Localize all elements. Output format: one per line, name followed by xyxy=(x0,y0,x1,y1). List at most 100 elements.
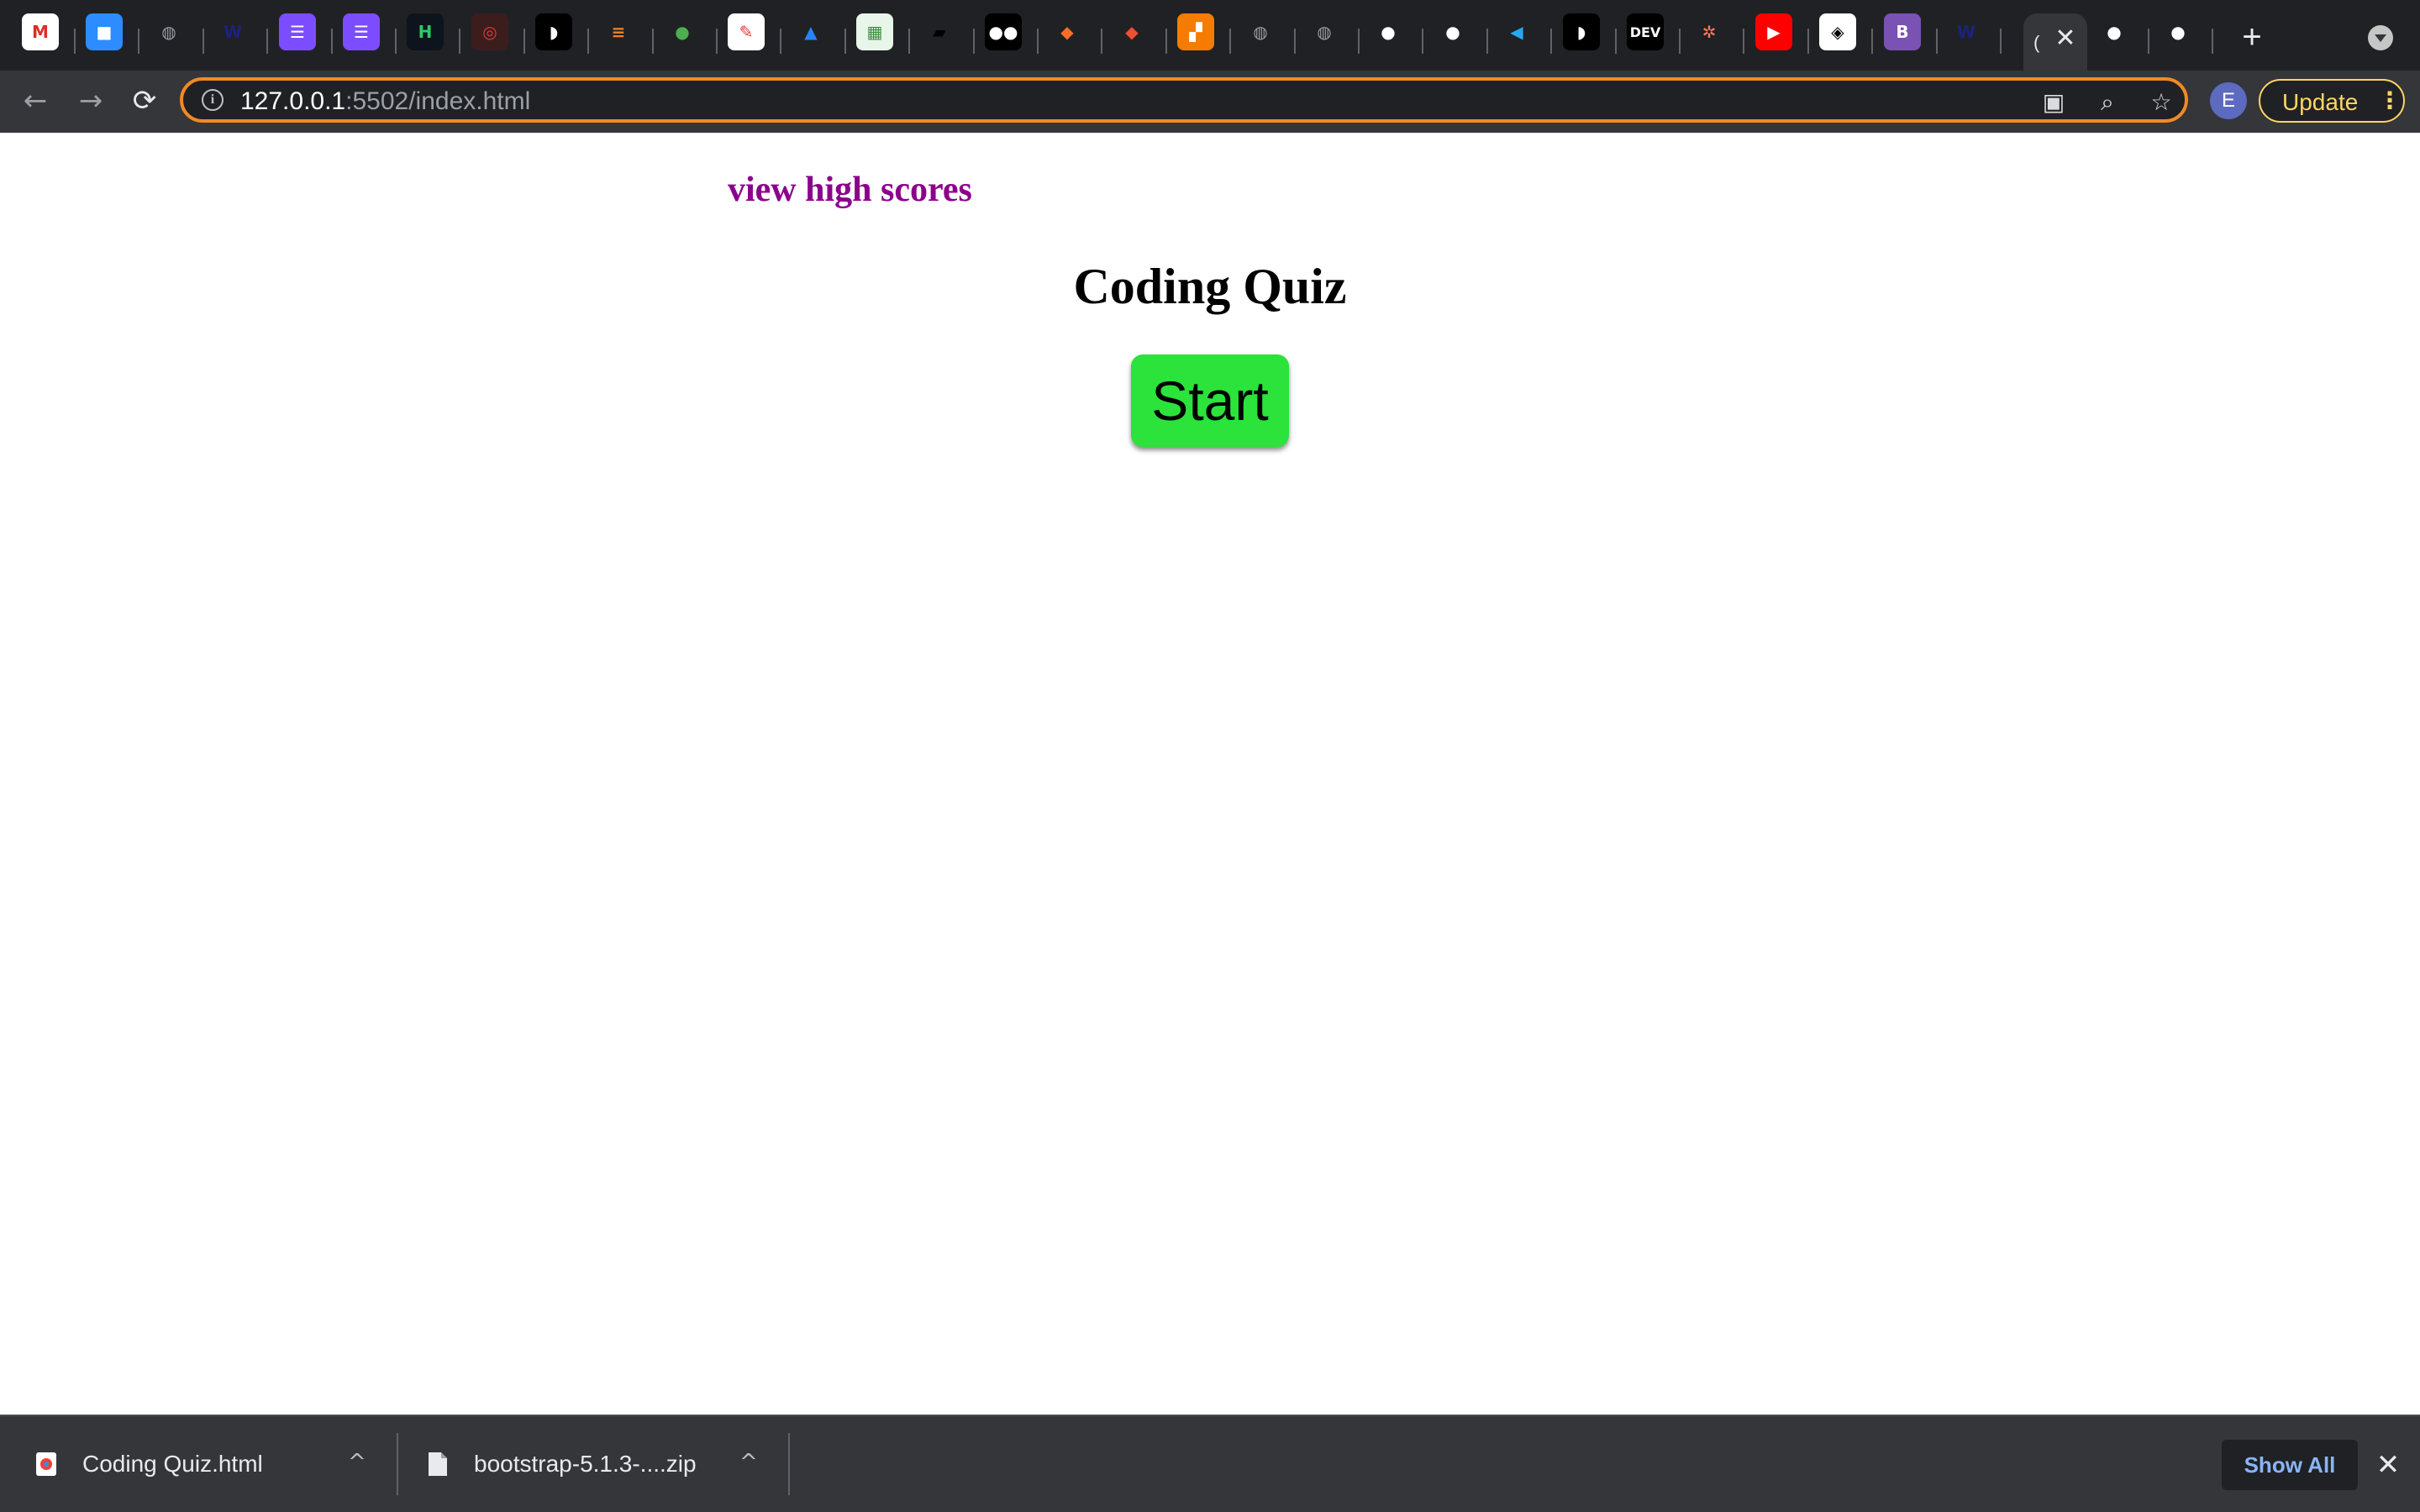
tab-separator xyxy=(395,29,397,54)
tab-separator xyxy=(2000,29,2002,54)
tab-web-3-icon[interactable]: ◍ xyxy=(1306,13,1343,50)
tab-chart-icon[interactable]: ▦ xyxy=(856,13,893,50)
tab-separator xyxy=(1229,29,1231,54)
tab-separator xyxy=(1101,29,1102,54)
tab-stackoverflow-icon[interactable]: ≡ xyxy=(600,13,637,50)
tab-web-2-icon[interactable]: ◍ xyxy=(1242,13,1279,50)
tab-separator xyxy=(2212,29,2213,54)
tab-hubspot-icon[interactable]: ✲ xyxy=(1691,13,1728,50)
tab-separator xyxy=(973,29,975,54)
tab-orange-app-icon[interactable]: ▞ xyxy=(1177,13,1214,50)
tab-active[interactable]: ( ✕ xyxy=(2023,13,2087,71)
zoom-icon[interactable]: ⌕ xyxy=(2092,87,2123,118)
tab-separator xyxy=(587,29,589,54)
tab-codepen-icon[interactable]: ◈ xyxy=(1819,13,1856,50)
chevron-up-icon[interactable]: ^ xyxy=(348,1448,366,1477)
download-filename: Coding Quiz.html xyxy=(82,1451,263,1477)
tab-separator xyxy=(1936,29,1938,54)
tab-separator xyxy=(1871,29,1873,54)
tab-separator xyxy=(1615,29,1617,54)
forward-button[interactable]: → xyxy=(72,82,109,119)
profile-avatar[interactable]: E xyxy=(2210,82,2247,119)
url-path: :5502/index.html xyxy=(345,87,531,115)
tab-github-2-icon[interactable]: ● xyxy=(1434,13,1471,50)
tab-hackerrank-icon[interactable]: H xyxy=(407,13,444,50)
tab-forms-1-icon[interactable]: ☰ xyxy=(279,13,316,50)
tab-vscode-icon[interactable]: ◀ xyxy=(1498,13,1535,50)
tab-youtube-icon[interactable]: ▶ xyxy=(1755,13,1792,50)
tab-separator xyxy=(908,29,910,54)
tab-github-3-icon[interactable]: ● xyxy=(2096,13,2133,50)
tab-dev-icon[interactable]: DEV xyxy=(1627,13,1664,50)
tab-dino-2-icon[interactable]: ◗ xyxy=(1563,13,1600,50)
tab-wp-2-icon[interactable]: W xyxy=(1948,13,1985,50)
tab-separator xyxy=(523,29,525,54)
tab-dino-1-icon[interactable]: ◗ xyxy=(535,13,572,50)
qr-code-icon[interactable]: ▣ xyxy=(2039,87,2069,118)
tab-separator xyxy=(203,29,204,54)
chevron-up-icon[interactable]: ^ xyxy=(739,1448,758,1477)
tab-separator xyxy=(74,29,76,54)
download-divider xyxy=(788,1433,790,1495)
tab-spiral-icon[interactable]: ◎ xyxy=(471,13,508,50)
tab-separator xyxy=(652,29,654,54)
download-item[interactable]: bootstrap-5.1.3-....zip ^ xyxy=(400,1416,786,1512)
menu-dots-icon: ⋮ xyxy=(2378,87,2402,114)
tab-gitlab-icon[interactable]: ◆ xyxy=(1049,13,1086,50)
site-info-icon[interactable]: i xyxy=(202,89,224,111)
tab-separator xyxy=(1165,29,1167,54)
tab-separator xyxy=(716,29,718,54)
tab-frog-icon[interactable]: ● xyxy=(664,13,701,50)
address-bar[interactable]: i 127.0.0.1:5502/index.html ▣ ⌕ ☆ xyxy=(180,77,2188,123)
bookmark-star-icon[interactable]: ☆ xyxy=(2146,87,2176,118)
tab-wp-icon[interactable]: W xyxy=(214,13,251,50)
update-label: Update xyxy=(2282,89,2359,115)
tab-separator xyxy=(1486,29,1488,54)
tab-web-icon[interactable]: ◍ xyxy=(150,13,187,50)
tab-favicon-icon: ( xyxy=(2033,32,2040,53)
tab-separator xyxy=(844,29,846,54)
tab-separator xyxy=(1358,29,1360,54)
back-button[interactable]: ← xyxy=(17,82,54,119)
url-host: 127.0.0.1 xyxy=(240,87,346,115)
tab-search-icon[interactable] xyxy=(2368,25,2393,50)
tab-book-icon[interactable]: ▰ xyxy=(921,13,958,50)
download-item[interactable]: Coding Quiz.html ^ xyxy=(0,1416,395,1512)
tab-separator xyxy=(1807,29,1809,54)
tab-strip: ( ✕ + M ■ ◍ W ☰ ☰ H ◎ ◗ ≡ ● ✎ ▲ ▦ ▰ ●● ◆ ◆ ▞ ◍ ◍ ● ● ◀ ◗ DEV ✲ ▶ ◈ B W… xyxy=(0,0,2420,71)
tab-separator xyxy=(1294,29,1296,54)
tab-separator xyxy=(138,29,139,54)
tab-forms-2-icon[interactable]: ☰ xyxy=(343,13,380,50)
tab-separator xyxy=(1743,29,1744,54)
download-shelf: Coding Quiz.html ^ bootstrap-5.1.3-....z… xyxy=(0,1415,2420,1512)
show-all-button[interactable]: Show All xyxy=(2222,1440,2358,1490)
tab-github-4-icon[interactable]: ● xyxy=(2160,13,2196,50)
tab-separator xyxy=(1679,29,1681,54)
tab-separator xyxy=(266,29,268,54)
download-divider xyxy=(397,1433,398,1495)
tab-gmail-icon[interactable]: M xyxy=(22,13,59,50)
page-viewport: view high scores Coding Quiz Start xyxy=(0,133,2420,1415)
close-icon[interactable]: ✕ xyxy=(2371,1448,2405,1482)
page-title: Coding Quiz xyxy=(1073,259,1347,314)
start-button[interactable]: Start xyxy=(1131,354,1289,447)
tab-paint-icon[interactable]: ✎ xyxy=(728,13,765,50)
tab-separator xyxy=(1037,29,1039,54)
tab-medium-icon[interactable]: ●● xyxy=(985,13,1022,50)
file-icon xyxy=(429,1452,447,1476)
chrome-file-icon xyxy=(36,1452,56,1476)
tab-git-icon[interactable]: ◆ xyxy=(1113,13,1150,50)
url-text[interactable]: 127.0.0.1:5502/index.html xyxy=(240,87,530,116)
tab-bootstrap-icon[interactable]: B xyxy=(1884,13,1921,50)
view-high-scores-link[interactable]: view high scores xyxy=(728,170,972,210)
tab-separator xyxy=(780,29,781,54)
tab-atlassian-icon[interactable]: ▲ xyxy=(792,13,829,50)
tab-github-1-icon[interactable]: ● xyxy=(1370,13,1407,50)
update-button[interactable]: Update ⋮ xyxy=(2259,79,2405,123)
tab-close-icon[interactable]: ✕ xyxy=(2052,25,2079,52)
download-filename: bootstrap-5.1.3-....zip xyxy=(474,1451,697,1477)
new-tab-button[interactable]: + xyxy=(2235,20,2269,54)
tab-zoom-icon[interactable]: ■ xyxy=(86,13,123,50)
tab-separator xyxy=(331,29,333,54)
reload-button[interactable]: ⟳ xyxy=(126,82,163,119)
